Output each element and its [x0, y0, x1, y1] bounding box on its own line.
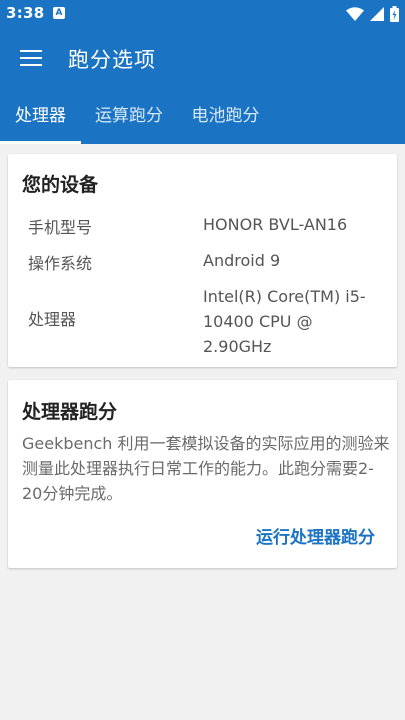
benchmark-card: 处理器跑分 Geekbench 利用一套模拟设备的实际应用的测验来测量此处理器执… — [8, 380, 397, 568]
benchmark-card-title: 处理器跑分 — [22, 401, 118, 423]
os-value: Android 9 — [203, 251, 281, 270]
benchmark-description: Geekbench 利用一套模拟设备的实际应用的测验来测量此处理器执行日常工作的… — [22, 434, 390, 503]
tab-bar: 处理器 运算跑分 电池跑分 — [0, 88, 405, 144]
battery-icon — [390, 6, 399, 22]
status-time: 3:38 — [6, 4, 45, 22]
tab-processor[interactable]: 处理器 — [0, 88, 81, 144]
device-card-title: 您的设备 — [22, 174, 99, 196]
status-bar: 3:38 A — [0, 0, 405, 28]
notification-icon: A — [53, 7, 65, 19]
app-bar: 跑分选项 — [0, 28, 405, 88]
tab-indicator — [0, 141, 81, 144]
tab-battery[interactable]: 电池跑分 — [177, 88, 274, 144]
os-label: 操作系统 — [28, 254, 93, 273]
device-model-label: 手机型号 — [28, 218, 93, 237]
device-card: 您的设备 手机型号 HONOR BVL-AN16 操作系统 Android 9 … — [8, 154, 397, 367]
run-processor-benchmark-button[interactable]: 运行处理器跑分 — [256, 523, 375, 548]
wifi-icon — [346, 7, 364, 21]
hamburger-menu-icon[interactable] — [14, 42, 48, 74]
tab-label: 电池跑分 — [191, 106, 260, 126]
tab-compute[interactable]: 运算跑分 — [81, 88, 177, 144]
processor-label: 处理器 — [28, 310, 77, 329]
tab-label: 运算跑分 — [95, 106, 163, 126]
tab-label: 处理器 — [15, 106, 66, 126]
processor-value: Intel(R) Core(TM) i5-10400 CPU @ 2.90GHz — [203, 287, 366, 356]
status-icons — [346, 5, 399, 23]
device-model-value: HONOR BVL-AN16 — [203, 215, 348, 234]
page-title: 跑分选项 — [68, 48, 156, 72]
signal-icon — [370, 7, 384, 21]
